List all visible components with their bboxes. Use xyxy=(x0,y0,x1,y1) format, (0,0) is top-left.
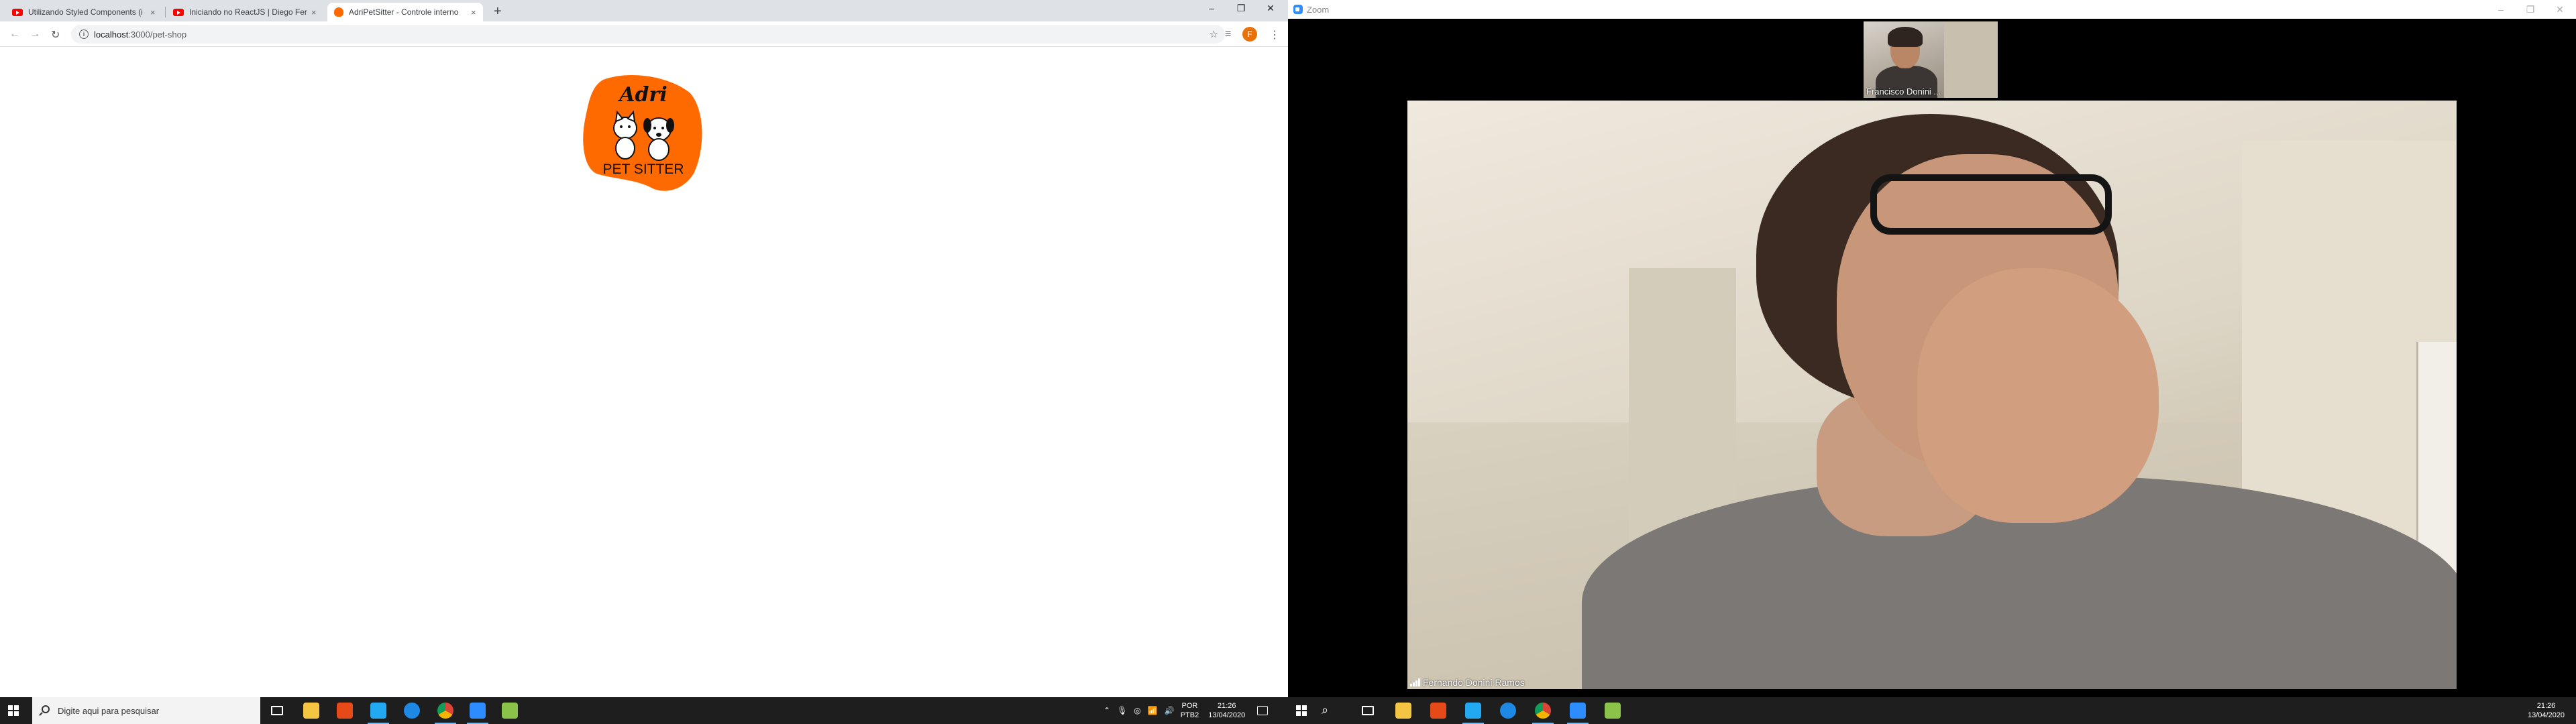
clock-time: 21:26 xyxy=(2536,702,2556,710)
office-icon[interactable] xyxy=(337,703,353,719)
reload-icon[interactable]: ↻ xyxy=(51,28,60,42)
search-icon[interactable]: ⌕ xyxy=(1322,703,1328,717)
thumbnail-participant-name: Francisco Donini ... xyxy=(1866,86,1941,97)
tab-separator xyxy=(165,7,166,17)
chrome-toolbar: ← → ↻ i localhost :3000/pet-shop ☆ ≡ ⋮ xyxy=(0,21,1288,47)
youtube-icon xyxy=(173,8,184,16)
task-view-icon[interactable] xyxy=(1362,706,1374,715)
tab-title: AdriPetSitter - Controle interno xyxy=(349,7,459,17)
media-controls-icon[interactable]: ≡ xyxy=(1225,28,1231,40)
microphone-icon[interactable]: 🎙 xyxy=(1117,706,1127,715)
lang-code: POR xyxy=(1181,702,1198,710)
chevron-up-icon[interactable]: ⌃ xyxy=(1104,706,1110,715)
zoom-logo-icon xyxy=(1293,5,1303,14)
clock-date: 13/04/2020 xyxy=(1208,711,1246,719)
tab-title: Iniciando no ReactJS | Diego Fer xyxy=(189,7,307,17)
participant-thumbnail[interactable]: Francisco Donini ... xyxy=(1864,21,1998,98)
chrome-icon[interactable] xyxy=(435,703,456,724)
office-icon[interactable] xyxy=(1430,703,1446,719)
zoom-restore-button[interactable]: ❐ xyxy=(2517,4,2544,15)
taskbar-clock[interactable]: 21:26 13/04/2020 xyxy=(1208,701,1245,720)
system-tray: 21:26 13/04/2020 xyxy=(2528,697,2565,724)
keyboard-layout: PTB2 xyxy=(1180,711,1199,719)
profile-avatar[interactable]: F xyxy=(1242,27,1257,42)
chrome-tab-strip: Utilizando Styled Components (i × Inicia… xyxy=(0,0,1288,21)
url-path: :3000/pet-shop xyxy=(128,29,187,40)
minimize-button[interactable]: – xyxy=(1198,3,1225,13)
zoom-window-title: Zoom xyxy=(1307,4,1330,15)
pet-favicon-icon xyxy=(334,7,343,17)
zoom-minimize-button[interactable]: – xyxy=(2487,4,2514,15)
system-tray: ⌃ 🎙 ◎ 📶 🔊 POR PTB2 21:26 13/04/2020 xyxy=(1100,697,1269,724)
site-info-icon[interactable]: i xyxy=(79,29,89,39)
active-speaker-video[interactable]: Fernando Donini Ramos xyxy=(1407,101,2457,689)
tab-close-icon[interactable]: × xyxy=(150,7,156,17)
task-view-icon[interactable] xyxy=(271,706,283,715)
taskbar-search-box[interactable]: Digite aqui para pesquisar xyxy=(32,697,260,724)
new-tab-button[interactable]: + xyxy=(494,4,502,19)
taskbar-clock[interactable]: 21:26 13/04/2020 xyxy=(2528,701,2565,720)
logo-brand-text: PET SITTER xyxy=(603,162,684,177)
tab-close-icon[interactable]: × xyxy=(311,7,317,17)
paint-icon[interactable] xyxy=(1605,703,1621,719)
input-language[interactable]: POR PTB2 xyxy=(1181,701,1199,720)
paint-icon[interactable] xyxy=(502,703,518,719)
windows-start-icon[interactable] xyxy=(8,705,19,716)
file-explorer-icon[interactable] xyxy=(303,703,319,719)
page-viewport: Adri PET SITTER xyxy=(0,48,1288,699)
tab-styled-components[interactable]: Utilizando Styled Components (i × xyxy=(5,3,162,21)
logo-script-text: Adri xyxy=(617,83,667,107)
close-window-button[interactable]: ✕ xyxy=(1257,3,1284,14)
file-explorer-icon[interactable] xyxy=(1395,703,1411,719)
taskbar-right: ⌕ 21:26 13/04/2020 xyxy=(1288,697,2576,724)
tab-close-icon[interactable]: × xyxy=(471,7,476,17)
forward-arrow-icon[interactable]: → xyxy=(30,28,40,40)
clock-time: 21:26 xyxy=(1217,702,1236,710)
connection-signal-icon xyxy=(1410,678,1420,686)
search-icon xyxy=(42,705,50,713)
zoom-app-icon[interactable] xyxy=(1567,703,1589,724)
network-icon[interactable]: 📶 xyxy=(1148,706,1158,715)
tab-title: Utilizando Styled Components (i xyxy=(28,7,143,17)
adri-pet-sitter-logo: Adri PET SITTER xyxy=(580,73,707,194)
chrome-icon[interactable] xyxy=(1532,703,1554,724)
maps-icon[interactable] xyxy=(404,703,420,719)
notification-center-icon[interactable] xyxy=(1257,706,1269,715)
restore-button[interactable]: ❐ xyxy=(1228,3,1254,14)
bookmark-star-icon[interactable]: ☆ xyxy=(1210,28,1218,40)
url-host: localhost xyxy=(94,29,129,40)
right-monitor: Zoom – ❐ ✕ Francisco Donini ... Fernando… xyxy=(1288,0,2576,724)
speaker-name: Fernando Donini Ramos xyxy=(1423,677,1525,688)
tab-adripetsitter[interactable]: AdriPetSitter - Controle interno × xyxy=(327,3,483,21)
tab-iniciando-reactjs[interactable]: Iniciando no ReactJS | Diego Fer × xyxy=(166,3,323,21)
youtube-icon xyxy=(12,8,23,16)
vscode-icon[interactable] xyxy=(1462,703,1484,724)
address-bar[interactable]: i localhost :3000/pet-shop ☆ xyxy=(71,25,1225,44)
left-monitor: Utilizando Styled Components (i × Inicia… xyxy=(0,0,1288,724)
windows-start-icon[interactable] xyxy=(1296,705,1307,716)
clock-date: 13/04/2020 xyxy=(2528,711,2565,719)
maps-icon[interactable] xyxy=(1500,703,1516,719)
dual-monitor-desktop: Utilizando Styled Components (i × Inicia… xyxy=(0,0,2576,724)
search-placeholder: Digite aqui para pesquisar xyxy=(58,705,160,716)
zoom-close-button[interactable]: ✕ xyxy=(2546,4,2573,15)
taskbar-left: Digite aqui para pesquisar ⌃ 🎙 ◎ 📶 🔊 POR… xyxy=(0,697,1288,724)
zoom-title-bar: Zoom – ❐ ✕ xyxy=(1288,0,2576,19)
speaker-name-label: Fernando Donini Ramos xyxy=(1410,677,1525,688)
zoom-app-icon[interactable] xyxy=(467,703,488,724)
chrome-menu-icon[interactable]: ⋮ xyxy=(1269,28,1280,42)
vscode-icon[interactable] xyxy=(368,703,389,724)
back-arrow-icon[interactable]: ← xyxy=(9,28,20,40)
meet-now-icon[interactable]: ◎ xyxy=(1134,706,1140,715)
volume-icon[interactable]: 🔊 xyxy=(1165,706,1175,715)
